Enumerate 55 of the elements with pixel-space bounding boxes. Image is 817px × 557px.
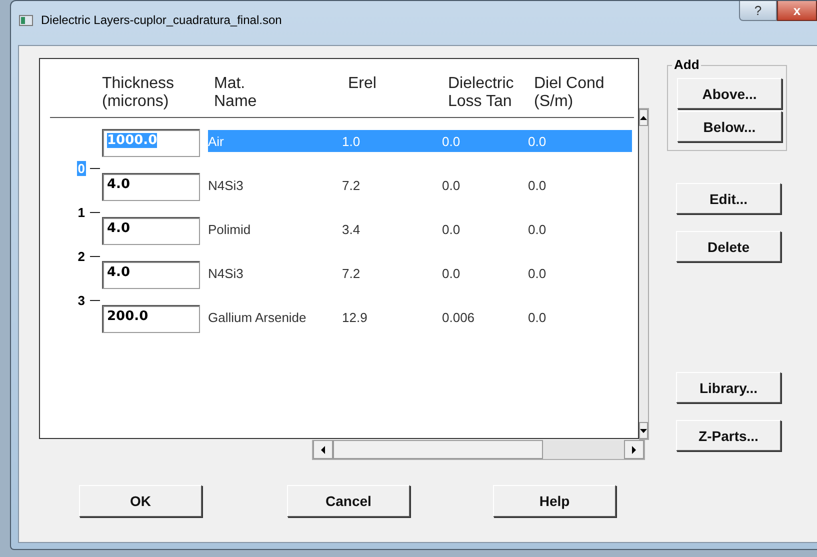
loss-tan-value: 0.0: [442, 178, 462, 192]
thickness-field[interactable]: 4.0: [102, 173, 200, 201]
interface-label[interactable]: 1: [76, 205, 86, 220]
window-icon: [19, 14, 33, 26]
delete-button[interactable]: Delete: [676, 231, 781, 262]
scroll-down-icon[interactable]: [640, 428, 647, 432]
horizontal-scrollbar[interactable]: [312, 440, 645, 460]
thickness-field[interactable]: 4.0: [102, 217, 200, 245]
conductivity-value: 0.0: [528, 310, 548, 324]
vertical-scrollbar[interactable]: [639, 108, 649, 440]
column-header: Diel Cond (S/m): [534, 75, 606, 111]
scroll-up-icon[interactable]: [640, 116, 647, 120]
loss-tan-value: 0.0: [442, 134, 462, 148]
loss-tan-value: 0.006: [442, 310, 476, 324]
interface-label[interactable]: 3: [76, 293, 86, 308]
edit-button[interactable]: Edit...: [676, 183, 781, 214]
help-button[interactable]: ?: [739, 1, 777, 21]
loss-tan-value: 0.0: [442, 222, 462, 236]
scroll-left-icon[interactable]: [321, 446, 325, 454]
erel-value: 7.2: [342, 178, 362, 192]
material-name: Gallium Arsenide: [208, 310, 308, 324]
cancel-button[interactable]: Cancel: [287, 485, 410, 517]
layer-row[interactable]: Polimid 3.4 0.0 0.0: [208, 218, 632, 240]
add-button[interactable]: Below...: [677, 111, 782, 142]
material-name: N4Si3: [208, 266, 244, 280]
conductivity-value: 0.0: [528, 266, 548, 280]
erel-value: 7.2: [342, 266, 362, 280]
z-parts-button[interactable]: Z-Parts...: [676, 420, 781, 451]
conductivity-value: 0.0: [528, 134, 548, 148]
erel-value: 12.9: [342, 310, 368, 324]
layer-row[interactable]: N4Si3 7.2 0.0 0.0: [208, 174, 632, 196]
erel-value: 1.0: [342, 134, 362, 148]
interface-label[interactable]: 2: [76, 249, 86, 264]
layer-row[interactable]: N4Si3 7.2 0.0 0.0: [208, 262, 632, 284]
window-title: Dielectric Layers-cuplor_cuadratura_final.son: [41, 13, 282, 27]
group-title: Add: [672, 57, 702, 72]
column-header: Mat. Name: [214, 75, 258, 111]
column-header: Erel: [348, 75, 378, 94]
layer-row[interactable]: Gallium Arsenide 12.9 0.006 0.0: [208, 306, 632, 328]
column-header: Dielectric Loss Tan: [448, 75, 515, 111]
erel-value: 3.4: [342, 222, 362, 236]
conductivity-value: 0.0: [528, 178, 548, 192]
loss-tan-value: 0.0: [442, 266, 462, 280]
scroll-right-icon[interactable]: [632, 446, 636, 454]
help-button[interactable]: Help: [493, 485, 616, 517]
material-name: Polimid: [208, 222, 252, 236]
column-header: Thickness (microns): [102, 75, 176, 111]
thickness-field[interactable]: 200.0: [102, 305, 200, 333]
thickness-field[interactable]: 4.0: [102, 261, 200, 289]
ok-button[interactable]: OK: [79, 485, 202, 517]
conductivity-value: 0.0: [528, 222, 548, 236]
material-name: N4Si3: [208, 178, 244, 192]
library-button[interactable]: Library...: [676, 372, 781, 403]
material-name: Air: [208, 134, 225, 148]
add-button[interactable]: Above...: [677, 78, 782, 109]
